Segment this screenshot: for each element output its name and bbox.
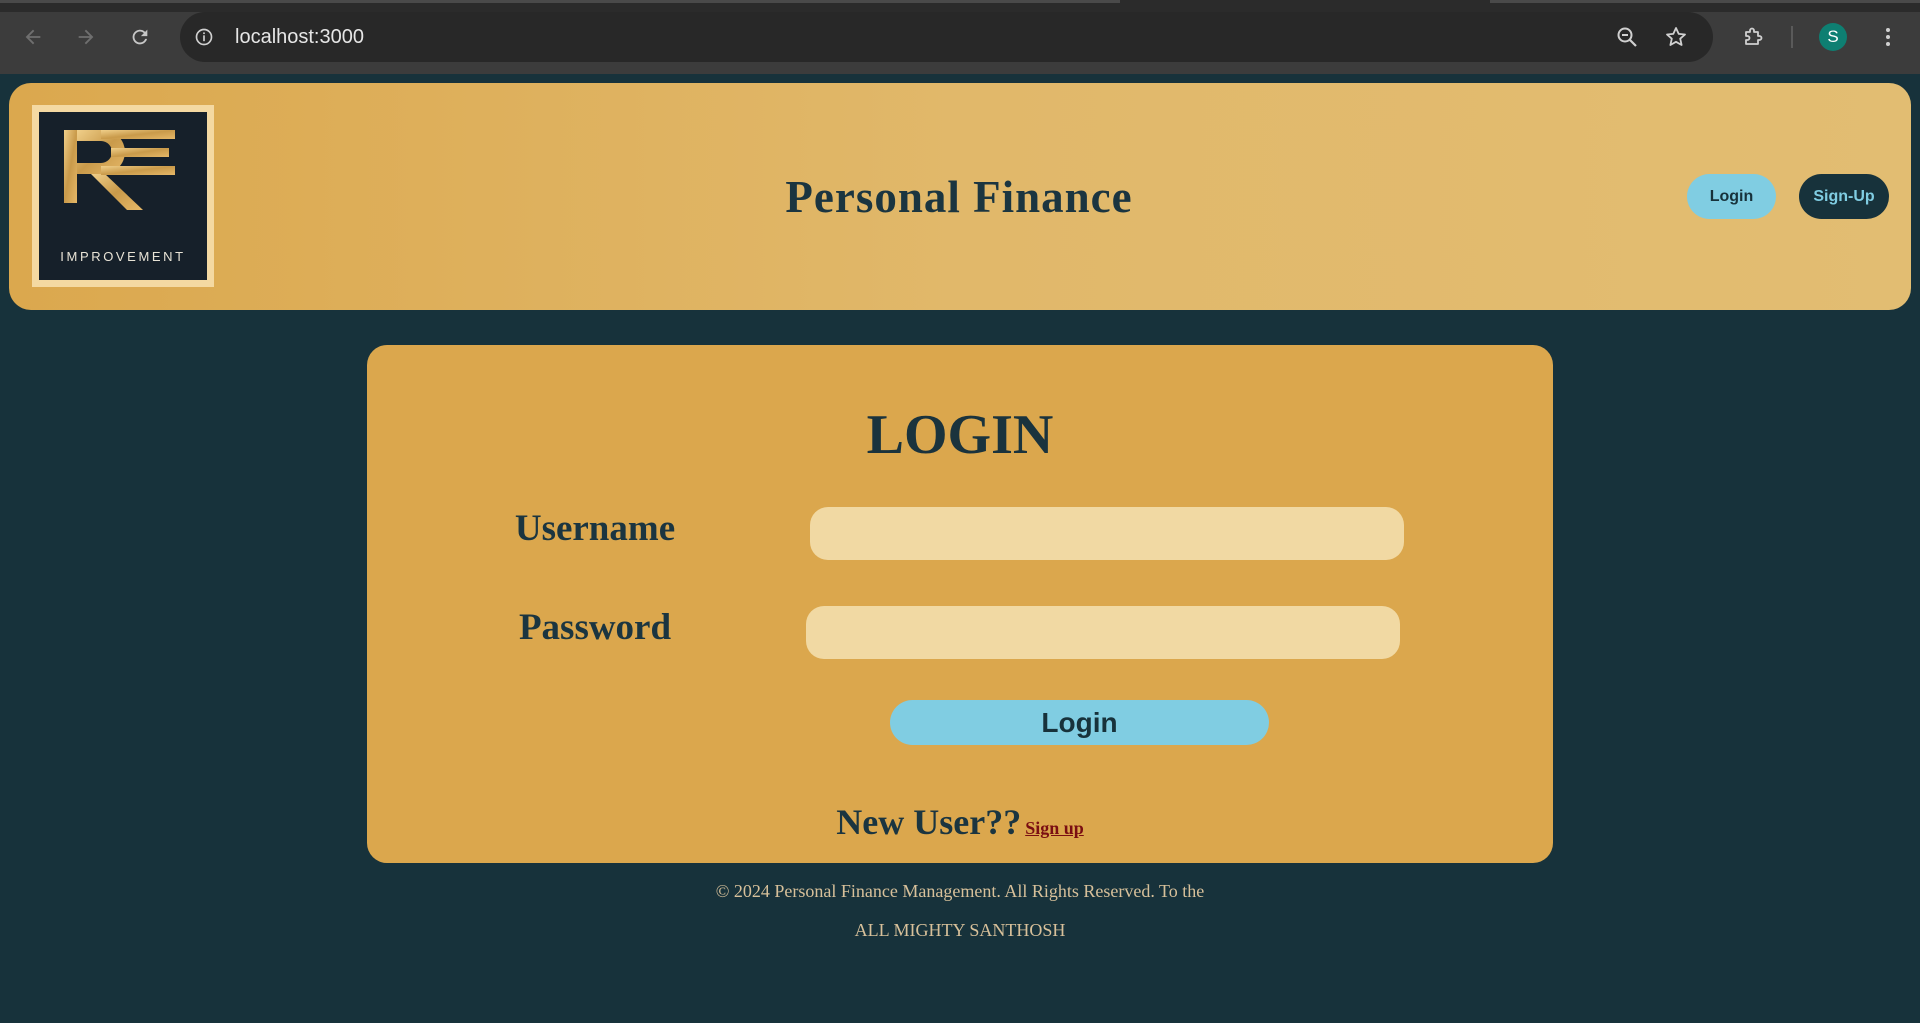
reload-icon: [132, 29, 148, 45]
puzzle-icon[interactable]: [1735, 19, 1771, 55]
info-icon[interactable]: [192, 25, 216, 49]
header-login-button[interactable]: Login: [1687, 174, 1776, 219]
profile-button[interactable]: S: [1815, 19, 1851, 55]
star-icon[interactable]: [1663, 24, 1689, 50]
zoom-out-icon[interactable]: [1614, 24, 1640, 50]
login-card: LOGIN Username Password Login New User??…: [367, 345, 1553, 863]
login-submit-button[interactable]: Login: [890, 700, 1269, 745]
forward-button[interactable]: [68, 19, 104, 55]
signup-link[interactable]: Sign up: [1025, 818, 1084, 838]
tab-edge: [1490, 0, 1920, 3]
toolbar-separator: [1791, 26, 1793, 48]
site-title: Personal Finance: [785, 172, 1133, 222]
footer-dedication: ALL MIGHTY SANTHOSH: [854, 920, 1066, 940]
password-input[interactable]: [806, 606, 1400, 659]
header-signup-button[interactable]: Sign-Up: [1799, 174, 1889, 219]
avatar: S: [1819, 23, 1847, 51]
tab-edge: [0, 0, 1120, 3]
arrow-right-icon: [78, 29, 94, 45]
username-label: Username: [514, 508, 676, 549]
login-title: LOGIN: [866, 404, 1054, 466]
logo-text: IMPROVEMENT: [60, 249, 186, 264]
logo-emblem: IMPROVEMENT: [39, 112, 207, 280]
logo[interactable]: IMPROVEMENT: [32, 105, 214, 287]
arrow-left-icon: [25, 29, 41, 45]
footer-copyright: © 2024 Personal Finance Management. All …: [715, 881, 1205, 901]
reload-button[interactable]: [122, 19, 158, 55]
new-user-prompt: New User?? Sign up: [367, 800, 1553, 852]
password-label: Password: [518, 607, 672, 648]
new-user-text: New User??: [836, 802, 1022, 842]
tab-strip: [0, 0, 1920, 12]
site-header: IMPROVEMENT Personal Finance Login Sign-…: [9, 83, 1911, 310]
kebab-menu-icon[interactable]: [1870, 19, 1906, 55]
address-bar[interactable]: localhost:3000: [180, 12, 1713, 62]
browser-toolbar: localhost:3000 S: [0, 0, 1920, 74]
username-input[interactable]: [810, 507, 1404, 560]
back-button[interactable]: [15, 19, 51, 55]
url-text[interactable]: localhost:3000: [235, 25, 364, 49]
